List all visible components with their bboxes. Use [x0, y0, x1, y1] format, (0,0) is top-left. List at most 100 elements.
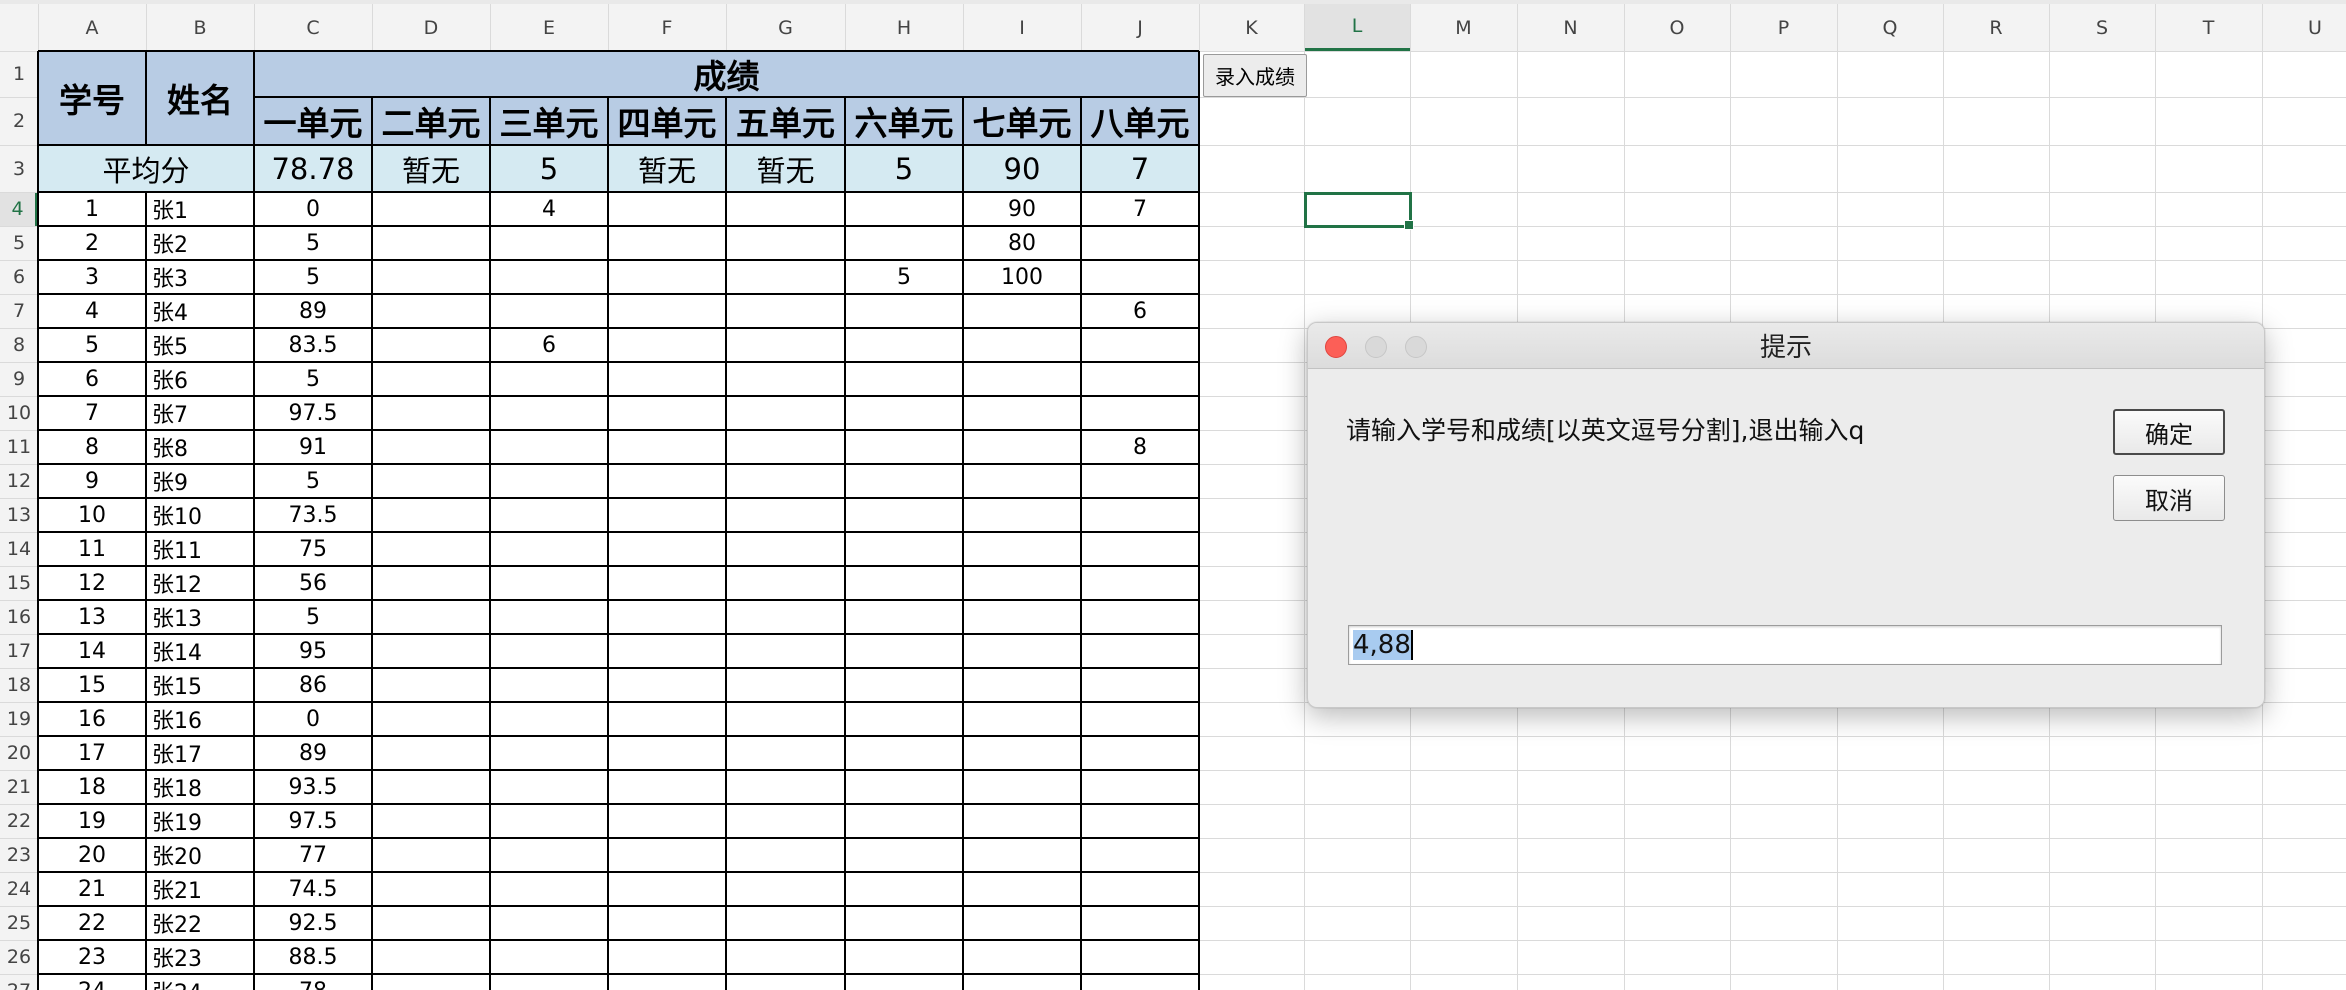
score-cell-unit-2[interactable]	[372, 940, 490, 974]
column-header-e[interactable]: E	[490, 4, 608, 51]
score-cell-unit-3[interactable]: 6	[490, 328, 608, 362]
student-id-cell[interactable]: 20	[38, 838, 146, 872]
score-cell-unit-2[interactable]	[372, 260, 490, 294]
score-cell-unit-3[interactable]	[490, 974, 608, 990]
record-scores-button[interactable]: 录入成绩	[1203, 54, 1307, 97]
score-cell-unit-5[interactable]	[726, 328, 845, 362]
student-id-cell[interactable]: 13	[38, 600, 146, 634]
score-cell-unit-8[interactable]	[1081, 600, 1199, 634]
score-cell-unit-6[interactable]	[845, 702, 963, 736]
score-cell-unit-2[interactable]	[372, 192, 490, 226]
student-name-cell[interactable]: 张6	[146, 362, 254, 396]
column-header-t[interactable]: T	[2155, 4, 2262, 51]
student-id-cell[interactable]: 8	[38, 430, 146, 464]
score-cell-unit-1[interactable]: 88.5	[254, 940, 372, 974]
row-header-25[interactable]: 25	[0, 906, 38, 940]
score-cell-unit-3[interactable]	[490, 260, 608, 294]
score-cell-unit-3[interactable]	[490, 362, 608, 396]
column-header-i[interactable]: I	[963, 4, 1081, 51]
score-cell-unit-3[interactable]	[490, 770, 608, 804]
student-id-cell[interactable]: 1	[38, 192, 146, 226]
score-cell-unit-8[interactable]	[1081, 566, 1199, 600]
score-cell-unit-7[interactable]	[963, 634, 1081, 668]
score-cell-unit-1[interactable]: 97.5	[254, 804, 372, 838]
row-header-23[interactable]: 23	[0, 838, 38, 872]
score-cell-unit-2[interactable]	[372, 668, 490, 702]
score-cell-unit-7[interactable]	[963, 940, 1081, 974]
score-cell-unit-5[interactable]	[726, 736, 845, 770]
row-header-1[interactable]: 1	[0, 51, 38, 97]
score-cell-unit-1[interactable]: 5	[254, 226, 372, 260]
average-value-unit-8[interactable]: 7	[1081, 145, 1199, 192]
score-cell-unit-1[interactable]: 83.5	[254, 328, 372, 362]
score-cell-unit-4[interactable]	[608, 430, 726, 464]
score-cell-unit-7[interactable]	[963, 770, 1081, 804]
score-cell-unit-5[interactable]	[726, 770, 845, 804]
score-cell-unit-6[interactable]	[845, 940, 963, 974]
row-header-6[interactable]: 6	[0, 260, 38, 294]
score-cell-unit-5[interactable]	[726, 260, 845, 294]
row-header-24[interactable]: 24	[0, 872, 38, 906]
score-cell-unit-6[interactable]	[845, 600, 963, 634]
score-cell-unit-7[interactable]	[963, 702, 1081, 736]
score-cell-unit-6[interactable]	[845, 906, 963, 940]
score-cell-unit-4[interactable]	[608, 736, 726, 770]
row-header-26[interactable]: 26	[0, 940, 38, 974]
score-cell-unit-2[interactable]	[372, 294, 490, 328]
column-header-u[interactable]: U	[2262, 4, 2346, 51]
student-name-cell[interactable]: 张18	[146, 770, 254, 804]
score-cell-unit-5[interactable]	[726, 566, 845, 600]
score-cell-unit-7[interactable]	[963, 600, 1081, 634]
score-cell-unit-3[interactable]	[490, 464, 608, 498]
score-cell-unit-5[interactable]	[726, 532, 845, 566]
column-header-c[interactable]: C	[254, 4, 372, 51]
score-cell-unit-6[interactable]	[845, 668, 963, 702]
score-cell-unit-7[interactable]	[963, 906, 1081, 940]
row-header-7[interactable]: 7	[0, 294, 38, 328]
student-id-cell[interactable]: 22	[38, 906, 146, 940]
score-cell-unit-4[interactable]	[608, 328, 726, 362]
score-cell-unit-4[interactable]	[608, 294, 726, 328]
column-header-s[interactable]: S	[2049, 4, 2155, 51]
average-value-unit-7[interactable]: 90	[963, 145, 1081, 192]
student-name-cell[interactable]: 张12	[146, 566, 254, 600]
average-value-unit-6[interactable]: 5	[845, 145, 963, 192]
score-cell-unit-7[interactable]	[963, 430, 1081, 464]
score-cell-unit-8[interactable]: 7	[1081, 192, 1199, 226]
score-cell-unit-2[interactable]	[372, 634, 490, 668]
column-header-q[interactable]: Q	[1837, 4, 1943, 51]
row-header-4[interactable]: 4	[0, 192, 38, 226]
average-value-unit-3[interactable]: 5	[490, 145, 608, 192]
student-name-cell[interactable]: 张1	[146, 192, 254, 226]
student-id-cell[interactable]: 4	[38, 294, 146, 328]
score-cell-unit-5[interactable]	[726, 430, 845, 464]
score-cell-unit-3[interactable]	[490, 294, 608, 328]
score-cell-unit-7[interactable]	[963, 328, 1081, 362]
row-header-27[interactable]: 27	[0, 974, 38, 990]
score-cell-unit-1[interactable]: 5	[254, 464, 372, 498]
active-cell-selection[interactable]	[1304, 192, 1414, 230]
row-header-11[interactable]: 11	[0, 430, 38, 464]
score-cell-unit-2[interactable]	[372, 736, 490, 770]
score-cell-unit-8[interactable]	[1081, 362, 1199, 396]
student-id-cell[interactable]: 11	[38, 532, 146, 566]
score-cell-unit-7[interactable]: 100	[963, 260, 1081, 294]
score-cell-unit-5[interactable]	[726, 294, 845, 328]
score-cell-unit-6[interactable]	[845, 634, 963, 668]
score-cell-unit-6[interactable]	[845, 532, 963, 566]
score-cell-unit-7[interactable]	[963, 804, 1081, 838]
score-cell-unit-4[interactable]	[608, 838, 726, 872]
score-cell-unit-2[interactable]	[372, 464, 490, 498]
score-cell-unit-8[interactable]	[1081, 974, 1199, 990]
score-cell-unit-1[interactable]: 77	[254, 838, 372, 872]
score-cell-unit-7[interactable]	[963, 872, 1081, 906]
row-header-16[interactable]: 16	[0, 600, 38, 634]
score-cell-unit-8[interactable]: 6	[1081, 294, 1199, 328]
score-cell-unit-1[interactable]: 5	[254, 260, 372, 294]
score-cell-unit-5[interactable]	[726, 634, 845, 668]
row-header-18[interactable]: 18	[0, 668, 38, 702]
student-name-cell[interactable]: 张9	[146, 464, 254, 498]
score-cell-unit-3[interactable]	[490, 736, 608, 770]
score-cell-unit-5[interactable]	[726, 226, 845, 260]
score-cell-unit-1[interactable]: 75	[254, 532, 372, 566]
